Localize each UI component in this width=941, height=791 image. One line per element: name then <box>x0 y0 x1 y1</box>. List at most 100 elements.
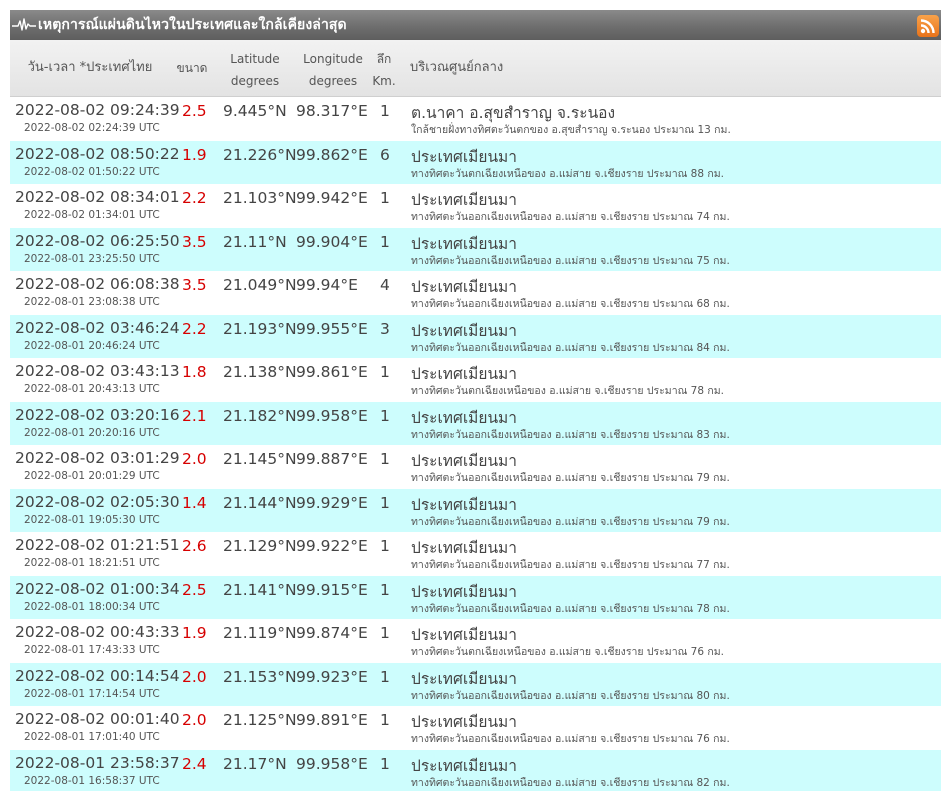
depth-unit: Km. <box>372 74 396 88</box>
epicenter-description: ทางทิศตะวันตกเฉียงเหนือของ อ.แม่สาย จ.เช… <box>411 385 724 397</box>
table-row[interactable]: 2022-08-02 00:14:54 2022-08-01 17:14:54 U… <box>10 662 941 706</box>
utc-time: 2022-08-01 17:14:54 UTC <box>24 687 160 700</box>
table-row[interactable]: 2022-08-02 08:34:01 2022-08-02 01:34:01 U… <box>10 184 941 228</box>
local-time: 2022-08-02 08:50:22 <box>15 144 180 163</box>
utc-time: 2022-08-01 20:46:24 UTC <box>24 339 160 352</box>
latitude: 21.193°N <box>223 319 297 338</box>
table-row[interactable]: 2022-08-02 03:01:29 2022-08-01 20:01:29 U… <box>10 445 941 489</box>
epicenter-description: ทางทิศตะวันออกเฉียงเหนือของ อ.แม่สาย จ.เ… <box>411 211 730 223</box>
epicenter-description: ทางทิศตะวันออกเฉียงเหนือของ อ.แม่สาย จ.เ… <box>411 602 730 615</box>
magnitude: 2.6 <box>182 537 207 555</box>
local-time: 2022-08-02 03:43:13 <box>15 362 180 380</box>
latitude: 21.103°N <box>223 189 297 207</box>
epicenter-description: ทางทิศตะวันออกเฉียงเหนือของ อ.แม่สาย จ.เ… <box>411 341 730 354</box>
magnitude: 3.5 <box>182 232 207 251</box>
depth: 1 <box>380 189 390 207</box>
local-time: 2022-08-02 08:34:01 <box>15 188 180 206</box>
longitude: 99.862°E <box>296 145 368 164</box>
table-row[interactable]: 2022-08-02 03:43:13 2022-08-01 20:43:13 U… <box>10 358 941 402</box>
longitude: 99.915°E <box>296 580 368 599</box>
latitude: 21.129°N <box>223 537 297 555</box>
utc-time: 2022-08-01 18:00:34 UTC <box>24 600 160 613</box>
latitude: 21.17°N <box>223 754 287 773</box>
longitude: 98.317°E <box>296 102 368 120</box>
column-header-time: วัน-เวลา *ประเทศไทย <box>27 60 153 75</box>
magnitude: 3.5 <box>182 276 207 294</box>
longitude: 99.955°E <box>296 319 368 338</box>
utc-time: 2022-08-01 17:43:33 UTC <box>24 644 160 656</box>
epicenter-description: ทางทิศตะวันออกเฉียงเหนือของ อ.แม่สาย จ.เ… <box>411 733 730 745</box>
longitude: 99.958°E <box>296 406 368 425</box>
longitude: 99.861°E <box>296 363 368 381</box>
column-header-magnitude: ขนาด <box>176 61 208 75</box>
depth: 1 <box>380 754 390 773</box>
magnitude: 2.5 <box>182 102 207 120</box>
rss-feed-icon[interactable] <box>917 15 939 37</box>
local-time: 2022-08-02 03:20:16 <box>15 405 180 424</box>
longitude: 99.94°E <box>296 276 358 294</box>
longitude: 99.922°E <box>296 537 368 555</box>
latitude: 21.138°N <box>223 363 297 381</box>
earthquake-panel: เหตุการณ์แผ่นดินไหวในประเทศและใกล้เคียงล… <box>0 0 941 791</box>
latitude-label: Latitude <box>230 52 280 66</box>
epicenter-description: ทางทิศตะวันออกเฉียงเหนือของ อ.แม่สาย จ.เ… <box>411 515 730 528</box>
magnitude: 1.8 <box>182 363 207 381</box>
magnitude: 1.9 <box>182 145 207 164</box>
epicenter-description: ทางทิศตะวันออกเฉียงเหนือของ อ.แม่สาย จ.เ… <box>411 559 730 571</box>
depth: 1 <box>380 580 390 599</box>
utc-time: 2022-08-01 19:05:30 UTC <box>24 513 160 526</box>
depth: 6 <box>380 145 390 164</box>
local-time: 2022-08-02 06:25:50 <box>15 231 180 250</box>
magnitude: 2.2 <box>182 319 207 338</box>
table-row[interactable]: 2022-08-02 01:00:34 2022-08-01 18:00:34 U… <box>10 575 941 619</box>
epicenter-description: ทางทิศตะวันตกเฉียงเหนือของ อ.แม่สาย จ.เช… <box>411 167 724 180</box>
epicenter-description: ทางทิศตะวันตกเฉียงเหนือของ อ.แม่สาย จ.เช… <box>411 646 724 658</box>
table-row[interactable]: 2022-08-02 08:50:22 2022-08-02 01:50:22 U… <box>10 140 941 184</box>
local-time: 2022-08-01 23:58:37 <box>15 753 180 772</box>
utc-time: 2022-08-01 18:21:51 UTC <box>24 557 160 569</box>
seismograph-icon <box>12 10 38 40</box>
magnitude: 2.5 <box>182 580 207 599</box>
longitude: 99.958°E <box>296 754 368 773</box>
table-row[interactable]: 2022-08-02 01:21:51 2022-08-01 18:21:51 U… <box>10 532 941 576</box>
magnitude: 2.0 <box>182 450 207 468</box>
table-row[interactable]: 2022-08-01 23:58:37 2022-08-01 16:58:37 U… <box>10 749 941 791</box>
latitude: 21.119°N <box>223 624 297 642</box>
table-row[interactable]: 2022-08-02 06:25:50 2022-08-01 23:25:50 U… <box>10 227 941 271</box>
local-time: 2022-08-02 02:05:30 <box>15 492 180 511</box>
depth-label: ลึก <box>376 52 392 66</box>
longitude: 99.887°E <box>296 450 368 468</box>
panel-header: เหตุการณ์แผ่นดินไหวในประเทศและใกล้เคียงล… <box>10 10 941 40</box>
local-time: 2022-08-02 00:43:33 <box>15 623 180 641</box>
table-row[interactable]: 2022-08-02 03:46:24 2022-08-01 20:46:24 U… <box>10 314 941 358</box>
depth: 3 <box>380 319 390 338</box>
latitude: 21.11°N <box>223 232 287 251</box>
local-time: 2022-08-02 00:14:54 <box>15 666 180 685</box>
utc-time: 2022-08-01 20:43:13 UTC <box>24 383 160 395</box>
table-row[interactable]: 2022-08-02 00:01:40 2022-08-01 17:01:40 U… <box>10 706 941 750</box>
utc-time: 2022-08-01 17:01:40 UTC <box>24 731 160 743</box>
table-row[interactable]: 2022-08-02 06:08:38 2022-08-01 23:08:38 U… <box>10 271 941 315</box>
depth: 1 <box>380 667 390 686</box>
depth: 1 <box>380 406 390 425</box>
utc-time: 2022-08-01 20:20:16 UTC <box>24 426 160 439</box>
table-row[interactable]: 2022-08-02 09:24:39 2022-08-02 02:24:39 U… <box>10 97 941 141</box>
magnitude: 2.0 <box>182 667 207 686</box>
latitude: 9.445°N <box>223 102 287 120</box>
depth: 1 <box>380 102 390 120</box>
local-time: 2022-08-02 01:21:51 <box>15 536 180 554</box>
utc-time: 2022-08-01 20:01:29 UTC <box>24 470 160 482</box>
latitude: 21.182°N <box>223 406 297 425</box>
table-row[interactable]: 2022-08-02 03:20:16 2022-08-01 20:20:16 U… <box>10 401 941 445</box>
local-time: 2022-08-02 00:01:40 <box>15 710 180 728</box>
latitude: 21.141°N <box>223 580 297 599</box>
utc-time: 2022-08-01 16:58:37 UTC <box>24 774 160 787</box>
table-row[interactable]: 2022-08-02 02:05:30 2022-08-01 19:05:30 U… <box>10 488 941 532</box>
depth: 1 <box>380 711 390 729</box>
depth: 1 <box>380 493 390 512</box>
local-time: 2022-08-02 03:46:24 <box>15 318 180 337</box>
magnitude: 1.9 <box>182 624 207 642</box>
longitude: 99.874°E <box>296 624 368 642</box>
table-row[interactable]: 2022-08-02 00:43:33 2022-08-01 17:43:33 U… <box>10 619 941 663</box>
column-header-latitude: Latitude degrees <box>220 48 290 92</box>
